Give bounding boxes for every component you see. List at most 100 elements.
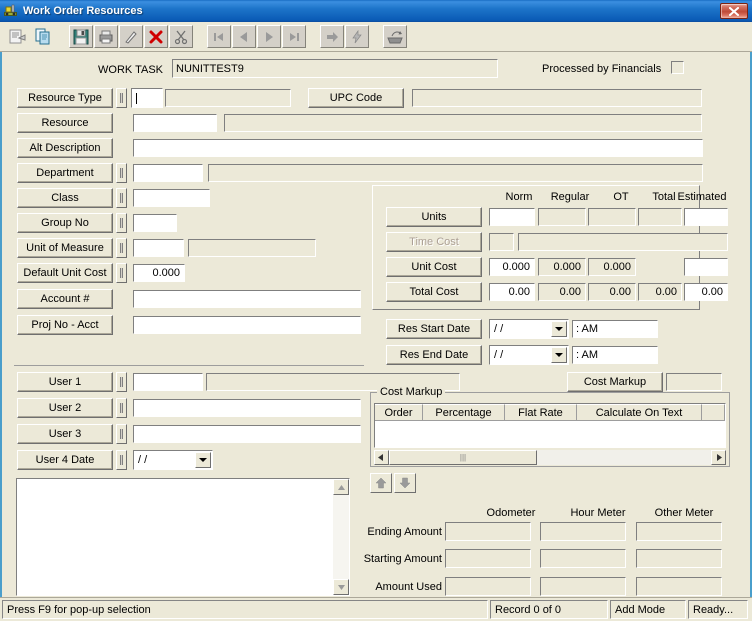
processed-by-financials-checkbox[interactable] [671,61,684,74]
resource-button[interactable]: Resource [17,113,113,133]
amount-used-other-meter-field[interactable] [636,577,722,596]
group-no-code-field[interactable] [133,214,177,232]
unit-cost-estimated-field[interactable] [684,258,728,276]
user4-date-combo[interactable]: / / [133,450,213,470]
scroll-up-icon[interactable] [333,479,349,495]
starting-amount-other-meter-field[interactable] [636,549,722,568]
unit-cost-button[interactable]: Unit Cost [386,257,482,277]
units-button[interactable]: Units [386,207,482,227]
ending-amount-odometer-field[interactable] [445,522,531,541]
unit-of-measure-lookup[interactable] [116,238,127,258]
prev-record-button[interactable] [232,25,256,48]
resource-code-field[interactable] [133,114,217,132]
col-percentage[interactable]: Percentage [423,404,505,421]
account-button[interactable]: Account # [17,289,113,309]
resource-type-button[interactable]: Resource Type [17,88,113,108]
hscroll-thumb[interactable] [389,450,537,465]
unit-cost-norm-field[interactable]: 0.000 [489,258,535,276]
res-start-time-field[interactable]: : AM [572,320,658,338]
scroll-down-icon[interactable] [333,579,349,595]
notes-text[interactable] [20,481,331,593]
user1-code-field[interactable] [133,373,203,391]
alt-description-field[interactable] [133,139,703,157]
proj-no-acct-button[interactable]: Proj No - Acct [17,315,113,335]
col-calculate-on-text[interactable]: Calculate On Text [577,404,702,421]
user3-field[interactable] [133,425,361,443]
default-unit-cost-field[interactable]: 0.000 [133,264,185,282]
chevron-down-icon[interactable] [551,321,567,337]
user1-button[interactable]: User 1 [17,372,113,392]
move-up-button[interactable] [370,473,392,493]
move-down-button[interactable] [394,473,416,493]
user2-lookup[interactable] [116,398,127,418]
col-flat-rate[interactable]: Flat Rate [505,404,577,421]
cost-markup-hscrollbar[interactable] [374,450,726,465]
user2-field[interactable] [133,399,361,417]
save-button[interactable] [69,25,93,48]
chevron-down-icon[interactable] [551,347,567,363]
last-record-button[interactable] [282,25,306,48]
resource-type-lookup[interactable] [116,88,127,108]
group-no-lookup[interactable] [116,213,127,233]
unit-of-measure-button[interactable]: Unit of Measure [17,238,113,258]
notes-vscrollbar[interactable] [333,479,349,595]
export-button[interactable] [383,25,407,48]
res-end-time-field[interactable]: : AM [572,346,658,364]
starting-amount-hour-meter-field[interactable] [540,549,626,568]
cost-markup-grid-body[interactable] [375,421,725,447]
ending-amount-other-meter-field[interactable] [636,522,722,541]
upc-code-button[interactable]: UPC Code [308,88,404,108]
alt-description-button[interactable]: Alt Description [17,138,113,158]
amount-used-hour-meter-field[interactable] [540,577,626,596]
res-end-date-button[interactable]: Res End Date [386,345,482,365]
default-unit-cost-lookup[interactable] [116,263,127,283]
resource-type-code-field[interactable] [131,88,163,108]
goto-button[interactable] [320,25,344,48]
default-unit-cost-button[interactable]: Default Unit Cost [17,263,113,283]
total-cost-estimated-field[interactable]: 0.00 [684,283,728,301]
res-end-date-combo[interactable]: / / [489,345,569,365]
upc-code-field[interactable] [412,89,702,107]
department-code-field[interactable] [133,164,203,182]
edit-button[interactable] [119,25,143,48]
class-button[interactable]: Class [17,188,113,208]
res-start-date-combo[interactable]: / / [489,319,569,339]
print-button[interactable] [94,25,118,48]
total-cost-norm-field[interactable]: 0.00 [489,283,535,301]
cut-button[interactable] [169,25,193,48]
scroll-right-icon[interactable] [711,450,726,465]
scroll-left-icon[interactable] [374,450,389,465]
user1-lookup[interactable] [116,372,127,392]
work-task-field[interactable]: NUNITTEST9 [172,59,498,78]
copy-record-button[interactable] [31,25,55,48]
col-blank[interactable] [702,404,725,421]
group-no-button[interactable]: Group No [17,213,113,233]
delete-button[interactable] [144,25,168,48]
ending-amount-hour-meter-field[interactable] [540,522,626,541]
vscroll-track[interactable] [333,495,349,579]
amount-used-odometer-field[interactable] [445,577,531,596]
close-button[interactable] [720,3,748,19]
total-cost-button[interactable]: Total Cost [386,282,482,302]
department-lookup[interactable] [116,163,127,183]
units-estimated-field[interactable] [684,208,728,226]
units-norm-field[interactable] [489,208,535,226]
col-order[interactable]: Order [375,404,423,421]
cost-markup-grid[interactable]: Order Percentage Flat Rate Calculate On … [374,403,726,448]
next-record-button[interactable] [257,25,281,48]
hscroll-track[interactable] [389,450,711,465]
starting-amount-odometer-field[interactable] [445,549,531,568]
account-field[interactable] [133,290,361,308]
properties-button[interactable] [6,25,30,48]
user3-button[interactable]: User 3 [17,424,113,444]
unit-of-measure-code-field[interactable] [133,239,184,257]
user4-date-lookup[interactable] [116,450,127,470]
chevron-down-icon[interactable] [195,452,211,468]
class-code-field[interactable] [133,189,210,207]
class-lookup[interactable] [116,188,127,208]
cost-markup-button[interactable]: Cost Markup [567,372,663,392]
first-record-button[interactable] [207,25,231,48]
notes-memo[interactable] [16,478,350,596]
filter-button[interactable] [345,25,369,48]
user4-date-button[interactable]: User 4 Date [17,450,113,470]
